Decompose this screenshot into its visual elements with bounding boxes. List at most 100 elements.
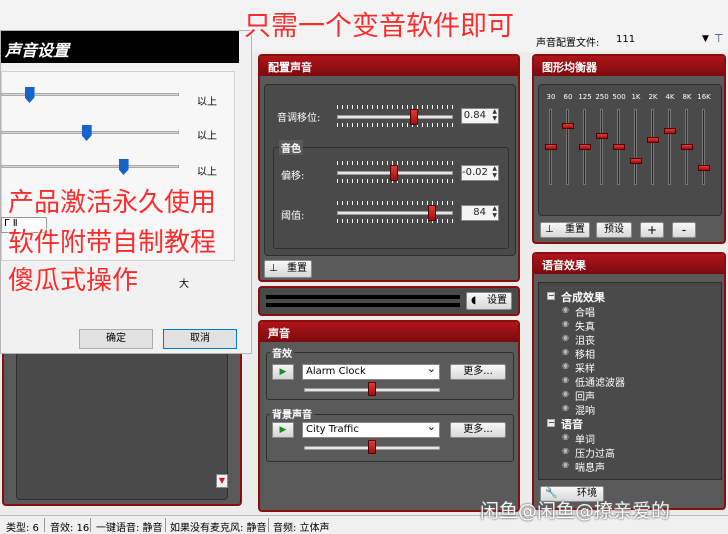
eq-reset-button[interactable]: ⊥ 重置 — [540, 222, 590, 238]
eq-band-label-125: 125 — [578, 93, 592, 101]
dialog-row-3-label: 以上 — [197, 167, 217, 178]
collapse-icon[interactable]: − — [547, 419, 555, 427]
eq-band-thumb-8K[interactable] — [681, 144, 693, 150]
tree-item[interactable]: 采样 — [562, 360, 595, 375]
level-meter-left — [266, 295, 460, 299]
effect-more-button[interactable]: 更多... — [450, 364, 506, 380]
eq-minus-button[interactable]: - — [672, 222, 696, 238]
status-channel: 音频: 立体声 — [273, 523, 330, 534]
pitch-slider-track[interactable] — [337, 115, 453, 119]
tree-item[interactable]: 压力过高 — [562, 445, 615, 460]
tree-group-voice[interactable]: 语音 — [561, 416, 583, 432]
eq-band-thumb-250[interactable] — [596, 132, 608, 139]
promo-line-2: 软件附带自制教程 — [8, 228, 217, 258]
background-select[interactable]: City Traffic — [302, 420, 440, 438]
reset-icon: ⊥ — [545, 224, 554, 235]
tree-item[interactable]: 移相 — [562, 346, 595, 361]
microphone-icon: ◖ — [471, 295, 477, 306]
level-meter-right — [266, 303, 460, 307]
effect-play-button[interactable]: ▶ — [272, 364, 294, 380]
eq-plus-button[interactable]: + — [640, 222, 664, 238]
monitor-panel: ◖ 设置 — [258, 286, 520, 316]
eq-band-track-4K[interactable] — [668, 109, 671, 185]
pin-icon[interactable]: ⊤ — [714, 32, 724, 45]
tree-item[interactable]: 单词 — [562, 431, 595, 446]
offset-label: 偏移: — [281, 171, 305, 182]
watermark: 闲鱼@闲鱼@撩亲爱的 — [480, 500, 671, 522]
dialog-row-1-label: 以上 — [197, 97, 217, 108]
promo-headline: 只需一个变音软件即可 — [244, 11, 514, 42]
eq-band-thumb-125[interactable] — [579, 144, 591, 150]
tree-item[interactable]: 混响 — [562, 402, 595, 417]
eq-band-thumb-2K[interactable] — [647, 137, 659, 143]
config-file-select[interactable]: 111 — [616, 34, 635, 45]
sound-panel: 声音 音效 ▶ Alarm Clock 更多... 背景声音 ▶ City Tr… — [258, 320, 520, 512]
voice-effects-title: 语音效果 — [534, 254, 724, 274]
ok-button[interactable]: 确定 — [79, 329, 153, 349]
eq-band-thumb-4K[interactable] — [664, 127, 676, 134]
eq-band-track-2K[interactable] — [651, 109, 654, 185]
voice-effects-panel: 语音效果 −合成效果合唱失真沮丧移相采样低通滤波器回声混响−语音单词压力过高喘息… — [532, 252, 726, 510]
status-mute-key: 一键语音: 静音 — [96, 523, 163, 534]
cancel-button[interactable]: 取消 — [163, 329, 237, 349]
eq-band-track-60[interactable] — [566, 109, 569, 185]
eq-band-label-500: 500 — [612, 93, 626, 101]
threshold-value-spinner[interactable]: 84 — [461, 205, 499, 221]
promo-line-3: 傻瓜式操作 — [8, 266, 139, 296]
offset-value-spinner[interactable]: -0.02 — [461, 165, 499, 181]
eq-band-thumb-1K[interactable] — [630, 158, 642, 164]
voice-config-body: 音调移位: 0.84 音色 偏移: -0.02 阈值: 84 — [264, 84, 516, 256]
monitor-settings-button[interactable]: ◖ 设置 — [466, 292, 512, 310]
eq-band-thumb-60[interactable] — [562, 123, 574, 129]
eq-preset-button[interactable]: 预设 — [596, 222, 632, 238]
monitor-settings-label: 设置 — [487, 295, 507, 306]
tree-item[interactable]: 沮丧 — [562, 332, 595, 347]
dropdown-arrow-icon[interactable]: ▼ — [702, 34, 709, 44]
left-panel-list — [16, 352, 228, 500]
dialog-slider-3[interactable] — [1, 165, 179, 168]
eq-band-thumb-16K[interactable] — [698, 165, 710, 171]
voice-reset-label: 重置 — [287, 263, 307, 274]
offset-slider-thumb[interactable] — [389, 165, 398, 181]
background-more-button[interactable]: 更多... — [450, 422, 506, 438]
eq-band-thumb-30[interactable] — [545, 144, 557, 150]
timbre-group-label: 音色 — [279, 140, 303, 155]
voice-config-title: 配置声音 — [260, 56, 518, 76]
eq-band-track-1K[interactable] — [634, 109, 637, 185]
tree-item[interactable]: 失真 — [562, 318, 595, 333]
tree-item[interactable]: 喘息声 — [562, 459, 605, 474]
eq-band-track-250[interactable] — [600, 109, 603, 185]
eq-band-label-60: 60 — [563, 93, 573, 101]
effect-volume-thumb[interactable] — [368, 382, 376, 396]
tree-group-synth[interactable]: 合成效果 — [561, 289, 605, 305]
dialog-title: 声音设置 — [1, 31, 239, 63]
voice-config-panel: 配置声音 音调移位: 0.84 音色 偏移: -0.02 阈值: 84 ⊥ 重置 — [258, 54, 520, 282]
eq-band-thumb-500[interactable] — [613, 144, 625, 150]
sound-title: 声音 — [260, 322, 518, 342]
voice-effects-tree[interactable]: −合成效果合唱失真沮丧移相采样低通滤波器回声混响−语音单词压力过高喘息声 — [538, 282, 722, 480]
threshold-slider-thumb[interactable] — [427, 205, 436, 221]
threshold-label: 阈值: — [281, 211, 305, 222]
effect-select[interactable]: Alarm Clock — [302, 362, 440, 380]
tree-item[interactable]: 低通滤波器 — [562, 374, 625, 389]
eq-band-label-2K: 2K — [648, 93, 658, 101]
equalizer-panel: 图形均衡器 30 60 125 250 500 1K 2K 4K 8K 16K ⊥ 重置 预设 +… — [532, 54, 726, 244]
background-group-label: 背景声音 — [270, 406, 314, 421]
tree-item[interactable]: 回声 — [562, 388, 595, 403]
pitch-value-spinner[interactable]: 0.84 — [461, 108, 499, 124]
eq-band-track-16K[interactable] — [702, 109, 705, 185]
config-file-label: 声音配置文件: — [536, 38, 600, 49]
equalizer-title: 图形均衡器 — [534, 56, 724, 76]
reset-icon: ⊥ — [269, 263, 278, 274]
collapse-icon[interactable]: − — [547, 292, 555, 300]
status-effects: 音效: 16 — [50, 523, 90, 534]
voice-reset-button[interactable]: ⊥ 重置 — [264, 260, 312, 278]
scroll-down-icon[interactable]: ▼ — [216, 474, 228, 488]
eq-band-label-30: 30 — [546, 93, 556, 101]
eq-band-label-1K: 1K — [631, 93, 641, 101]
pitch-slider-thumb[interactable] — [410, 109, 419, 125]
tree-item[interactable]: 合唱 — [562, 304, 595, 319]
eq-band-label-250: 250 — [595, 93, 609, 101]
background-play-button[interactable]: ▶ — [272, 422, 294, 438]
background-volume-thumb[interactable] — [368, 440, 376, 454]
